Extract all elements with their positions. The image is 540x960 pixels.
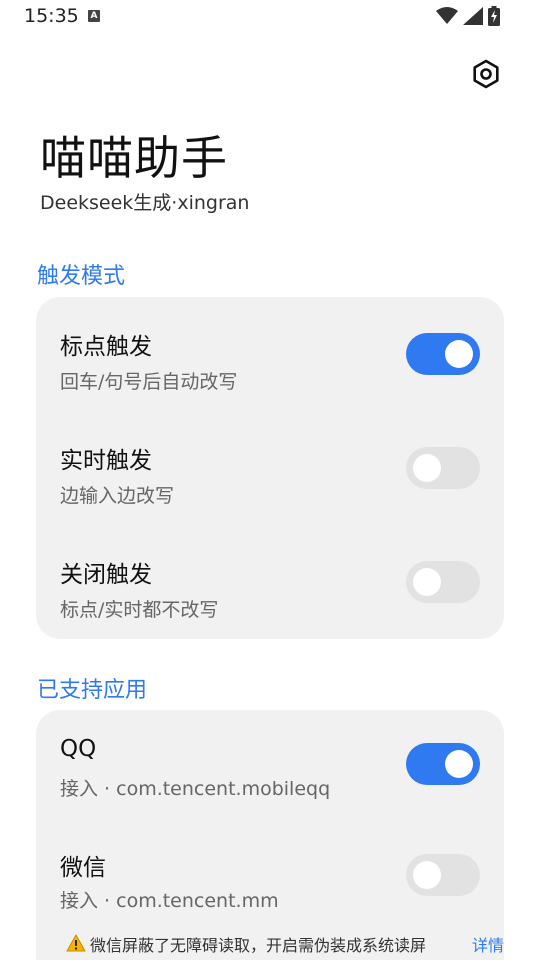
option-subtitle: 边输入边改写 [60,485,175,507]
gear-icon [473,59,499,89]
option-punctuation-trigger[interactable]: 标点触发 回车/句号后自动改写 [36,303,504,403]
supported-apps-card: QQ 接入 · com.tencent.mobileqq 微信 接入 · com… [36,710,504,960]
toggle-knob [413,568,441,596]
option-realtime-trigger[interactable]: 实时触发 边输入边改写 [36,417,504,517]
app-title: 喵喵助手 [40,131,228,185]
toggle-knob [445,750,473,778]
punctuation-trigger-toggle[interactable] [406,333,480,375]
section-header-supported-apps: 已支持应用 [37,678,148,703]
app-package: 接入 · com.tencent.mobileqq [60,778,331,800]
option-title: 标点触发 [60,334,152,360]
option-title: 关闭触发 [60,562,152,588]
realtime-trigger-toggle[interactable] [406,447,480,489]
app-name: 微信 [60,855,106,881]
section-header-trigger-mode: 触发模式 [37,264,126,289]
wechat-warning: 微信屏蔽了无障碍读取，开启需伪装成系统读屏 详情 [66,932,504,956]
app-name: QQ [60,736,97,762]
status-icons [436,6,500,26]
status-bar: 15:35 A [0,0,540,34]
trigger-mode-card: 标点触发 回车/句号后自动改写 实时触发 边输入边改写 关闭触发 标点/实时都不… [36,297,504,639]
warning-icon [66,934,86,952]
settings-button[interactable] [470,58,502,90]
option-subtitle: 标点/实时都不改写 [60,599,219,621]
toggle-knob [445,340,473,368]
app-screen: 15:35 A 喵喵助手 Deekseek生成·xingran 触发模式 标点触… [0,0,540,960]
app-row-wechat[interactable]: 微信 接入 · com.tencent.mm [36,826,504,926]
option-subtitle: 回车/句号后自动改写 [60,371,238,393]
qq-toggle[interactable] [406,743,480,785]
option-title: 实时触发 [60,448,152,474]
toggle-knob [413,861,441,889]
warning-text: 微信屏蔽了无障碍读取，开启需伪装成系统读屏 [90,936,427,955]
status-time: 15:35 [24,5,79,27]
wechat-toggle[interactable] [406,854,480,896]
toggle-knob [413,454,441,482]
option-disable-trigger[interactable]: 关闭触发 标点/实时都不改写 [36,531,504,631]
signal-icon [463,7,483,25]
battery-charging-icon [488,6,500,26]
disable-trigger-toggle[interactable] [406,561,480,603]
details-link[interactable]: 详情 [472,932,504,956]
app-package: 接入 · com.tencent.mm [60,890,279,912]
a-text-icon: A [88,10,100,22]
wifi-icon [436,7,458,24]
app-row-qq[interactable]: QQ 接入 · com.tencent.mobileqq [36,714,504,814]
app-subtitle: Deekseek生成·xingran [40,192,250,214]
